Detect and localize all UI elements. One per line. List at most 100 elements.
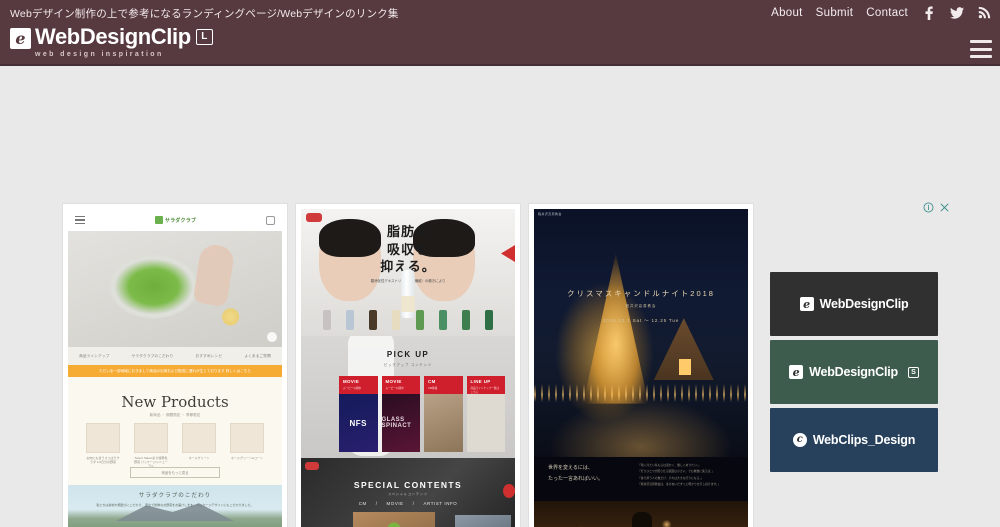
page-body: サラダクラブ 商品ラインアップ サラダクラブのこだわり おすすめレシピ よくある… [0, 66, 1000, 527]
thumb-hero-image [68, 231, 282, 347]
product-caption: お肉にも合うさっぱりサラダ 1/2日分の野菜 [86, 456, 120, 465]
logo-subtitle: web design inspiration [35, 51, 164, 58]
pickup-card: MOVIE ムービー公開中 GLASS SPINACT [381, 376, 420, 452]
thumb-pickup-subtitle: ピックアップ コンテンツ [384, 363, 432, 367]
pickup-card-sub: ムービー公開中 [343, 387, 362, 390]
facebook-icon[interactable] [921, 5, 936, 20]
thumb-brand-mark-icon [154, 216, 163, 224]
logo-text-block: WebDesignClip L web design inspiration [35, 26, 213, 58]
banner-logo-icon: e [799, 297, 814, 311]
product-image [230, 423, 264, 453]
hamburger-line [970, 55, 992, 58]
thumb-nav-item: おすすめレシピ [195, 353, 223, 358]
thumb-photo-section [534, 501, 748, 527]
thumb-hamburger-icon [75, 216, 85, 224]
special-tab-divider: / [412, 501, 415, 506]
thumb-button-label: 商品をもっと見る [161, 471, 189, 475]
product-tile: ホールグリーン&コーン [230, 423, 264, 469]
product-image [182, 423, 216, 453]
logo-size-badge: L [195, 29, 213, 45]
close-icon[interactable] [939, 202, 950, 213]
thumb-special-subtitle: スペシャルコンテンツ [388, 492, 428, 496]
thumb-circle-accent [387, 522, 401, 527]
thumb-pickup-title: PICK UP [386, 350, 430, 359]
pickup-card-body-text: GLASS SPINACT [381, 417, 412, 429]
pickup-card: CM CM情報 [424, 376, 463, 452]
thumb-hero-section: 脂肪の 吸収を 抑える。 難消化性デキストリン（食物繊維）の働きにより [301, 209, 515, 336]
special-tab-divider: / [375, 501, 378, 506]
rss-icon[interactable] [977, 5, 992, 20]
nav-item-contact[interactable]: Contact [866, 7, 908, 19]
logo-name: WebDesignClip [35, 24, 191, 49]
card-beverage-campaign[interactable]: 脂肪の 吸収を 抑える。 難消化性デキストリン（食物繊維）の働きにより [296, 204, 520, 527]
hamburger-menu-icon[interactable] [970, 40, 992, 58]
pickup-card-sub: 商品ラインナップ一覧はこちら [470, 387, 500, 394]
thumb-philosophy-text: 私たちは産地や畑選びにこだわり、 安全で新鮮なお野菜をお届けします。 パッケージ… [96, 503, 254, 507]
product-tile: Select Salad 彩り緑黄色野菜 パッケージリニューアル [134, 423, 168, 469]
thumb-philosophy-title: サラダクラブのこだわり [138, 493, 212, 499]
banner-logo-icon: e [789, 365, 804, 379]
ad-banner-webdesignclip[interactable]: e WebDesignClip [770, 272, 938, 336]
banner-logo-icon: c [792, 433, 807, 447]
card-thumbnail-christmas: 軽井沢高原教会 クリスマスキャンドルナイト2018 軽井沢高原教会 2018.1… [534, 209, 748, 527]
thumb-hero-night-image: 軽井沢高原教会 クリスマスキャンドルナイト2018 軽井沢高原教会 2018.1… [534, 209, 748, 457]
special-tab: ARTIST INFO [423, 501, 458, 506]
mini-bottle [369, 310, 378, 330]
pickup-card-header: MOVIE ムービー公開中 [339, 376, 378, 394]
thumb-pickup-cards: MOVIE ムービー公開中 NFS MOVIE ムービー公開中 GLASS SP… [339, 376, 505, 452]
sidebar-ad-container: e WebDesignClip e WebDesignClip S c WebC… [770, 201, 950, 472]
card-salad-club[interactable]: サラダクラブ 商品ラインアップ サラダクラブのこだわり おすすめレシピ よくある… [63, 204, 287, 527]
candle-row [534, 384, 748, 403]
thumb-quote-section: 世界を変えるには、 たった一言あればいい。 「暗く冷たい冬も心は温かく、優しくあ… [534, 457, 748, 499]
mini-bottle [438, 310, 447, 330]
thumb-site-topbar: サラダクラブ [68, 209, 282, 231]
thumb-special-tabs: CM / MOVIE / ARTIST INFO [301, 501, 515, 506]
site-header: Webデザイン制作の上で参考になるランディングページ/Webデザインのリンク集 … [0, 0, 1000, 66]
pickup-card-body [466, 394, 505, 452]
mini-bottle [392, 310, 401, 330]
couple-silhouette [632, 512, 653, 527]
twitter-icon[interactable] [949, 5, 964, 20]
pickup-card: LINE UP 商品ラインナップ一覧はこちら [466, 376, 505, 452]
thumb-nav-item: よくあるご質問 [244, 353, 271, 358]
chapel-window [678, 359, 691, 376]
mini-bottle [461, 310, 470, 330]
banner-size-badge: S [907, 366, 919, 378]
thumb-event-dates: 2018.12.1 Sat ～ 12.25 Tue [602, 318, 680, 324]
thumb-brand-logo: サラダクラブ [154, 216, 196, 224]
product-tile: お肉にも合うさっぱりサラダ 1/2日分の野菜 [86, 423, 120, 469]
pickup-card-body: NFS [339, 394, 378, 452]
ad-banner-webdesignclip-s[interactable]: e WebDesignClip S [770, 340, 938, 404]
thumb-special-title: SPECIAL CONTENTS [353, 480, 463, 490]
ad-controls [770, 201, 950, 214]
pickup-card-label: LINE UP [470, 379, 491, 384]
thumb-product-tiles: お肉にも合うさっぱりサラダ 1/2日分の野菜 Select Salad 彩り緑黄… [86, 423, 264, 469]
special-tab: CM [358, 501, 367, 506]
hero-scroll-dot [267, 332, 277, 342]
product-caption: ホールグリーン [188, 456, 210, 460]
thumb-christmas-shot: 軽井沢高原教会 クリスマスキャンドルナイト2018 軽井沢高原教会 2018.1… [534, 209, 748, 527]
mini-bottle [484, 310, 493, 330]
chapel-shape [653, 318, 714, 381]
thumb-special-contents-section: SPECIAL CONTENTS スペシャルコンテンツ CM / MOVIE /… [301, 458, 515, 527]
pickup-card-header: CM CM情報 [424, 376, 463, 394]
nav-item-submit[interactable]: Submit [816, 7, 854, 19]
info-icon[interactable] [923, 202, 934, 213]
product-caption: ホールグリーン&コーン [231, 456, 263, 460]
mini-bottle [323, 310, 331, 330]
ad-banner-webclips-design[interactable]: c WebClips_Design [770, 408, 938, 472]
card-christmas-candle-night[interactable]: 軽井沢高原教会 クリスマスキャンドルナイト2018 軽井沢高原教会 2018.1… [529, 204, 753, 527]
thumb-philosophy-section: サラダクラブのこだわり 私たちは産地や畑選びにこだわり、 安全で新鮮なお野菜をお… [68, 485, 282, 527]
site-logo[interactable]: e WebDesignClip L web design inspiration [10, 26, 213, 58]
thumb-quote: 世界を変えるには、 たった一言あればいい。 [548, 463, 603, 484]
thumb-more-products-button: 商品をもっと見る [130, 467, 220, 478]
hamburger-line [970, 40, 992, 43]
product-tile: ホールグリーン [182, 423, 216, 469]
pickup-card-body [424, 394, 463, 452]
thumb-nav-item: 商品ラインアップ [79, 353, 110, 358]
thumb-paragraph: 「暗く冷たい冬も心は温かく、優しくありたい。」 「灯りひとつが照らせる範囲は小さ… [638, 463, 721, 487]
thumb-event-title: クリスマスキャンドルナイト2018 [567, 289, 715, 299]
pickup-card-label: CM [428, 379, 436, 384]
pickup-card-sub: CM情報 [428, 387, 438, 390]
nav-item-about[interactable]: About [771, 7, 803, 19]
